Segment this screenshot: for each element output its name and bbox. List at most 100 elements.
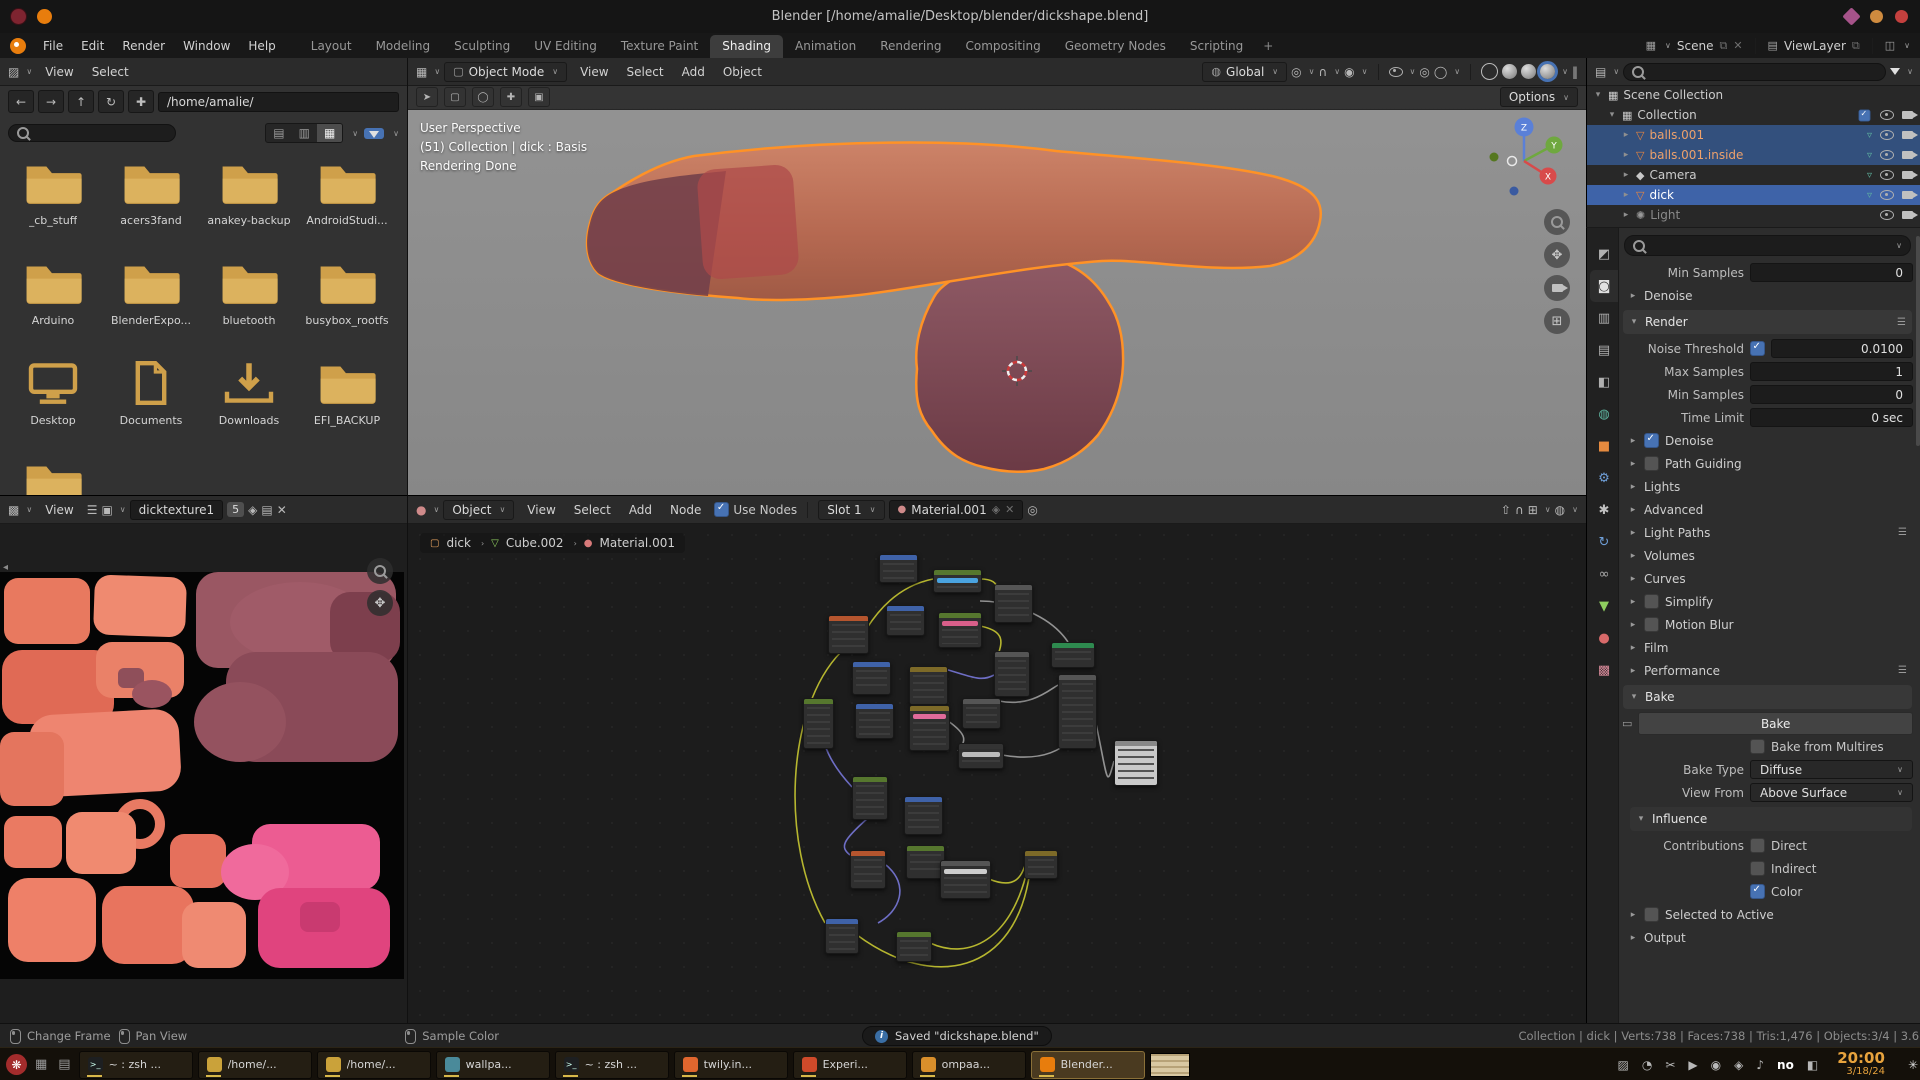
shader-node-9[interactable] — [803, 698, 834, 749]
shading-solid-button[interactable] — [1502, 64, 1517, 79]
snapping-mode-icon[interactable]: ⊞ — [1528, 503, 1538, 517]
workspace-tab-animation[interactable]: Animation — [783, 35, 868, 58]
breadcrumb-object[interactable]: dick — [446, 536, 471, 550]
noise-threshold-field[interactable]: 0.0100 — [1771, 339, 1913, 358]
workspace-tab-uv-editing[interactable]: UV Editing — [522, 35, 609, 58]
node-group-up-icon[interactable]: ⇧ — [1501, 503, 1511, 517]
shader-node-18[interactable] — [1114, 740, 1158, 786]
tray-icon-7[interactable]: no — [1777, 1058, 1794, 1072]
render-pause-icon[interactable]: ‖ — [1572, 65, 1578, 79]
selected-to-active-checkbox[interactable] — [1644, 907, 1659, 922]
navigation-gizmo[interactable]: Z Y X — [1476, 113, 1572, 203]
use-nodes-checkbox[interactable] — [714, 502, 729, 517]
display-thumbnails-button[interactable]: ▦ — [317, 124, 342, 142]
folder-item-downloads[interactable]: Downloads — [200, 353, 298, 453]
forward-button[interactable]: → — [38, 90, 64, 113]
outliner-row-balls-001-inside[interactable]: ▸▽balls.001.inside▿ — [1587, 145, 1920, 165]
file-browser-menu-view[interactable]: View — [36, 62, 82, 82]
workspace-tab-compositing[interactable]: Compositing — [953, 35, 1052, 58]
taskbar-app-zsh[interactable]: >_~ : zsh ... — [79, 1051, 193, 1079]
refresh-button[interactable]: ↻ — [98, 90, 124, 113]
panel-volumes[interactable]: ▸Volumes — [1622, 544, 1913, 567]
viewport-menu-view[interactable]: View — [571, 62, 617, 82]
view-from-dropdown[interactable]: Above Surface∨ — [1750, 783, 1913, 802]
blender-menu-icon[interactable] — [10, 38, 26, 54]
viewport-canvas[interactable]: User Perspective (51) Collection | dick … — [408, 109, 1586, 495]
mesh-data-icon[interactable]: ▿ — [1867, 130, 1872, 141]
disable-render-camera-icon[interactable] — [1902, 151, 1913, 159]
tool-fallback-icon[interactable]: ➤ — [416, 87, 438, 107]
shader-node-19[interactable] — [850, 850, 886, 889]
workspace-tab-rendering[interactable]: Rendering — [868, 35, 953, 58]
shader-node-3[interactable] — [828, 615, 869, 654]
select-box-icon[interactable]: ▢ — [444, 87, 466, 107]
disable-render-camera-icon[interactable] — [1902, 211, 1913, 219]
taskbar-clock[interactable]: 20:00 3/18/24 — [1837, 1051, 1895, 1077]
panel-advanced[interactable]: ▸Advanced — [1622, 498, 1913, 521]
panel-film[interactable]: ▸Film — [1622, 636, 1913, 659]
menu-view[interactable]: View — [36, 500, 82, 520]
display-list-vertical-button[interactable]: ▤ — [266, 124, 291, 142]
new-view-layer-icon[interactable]: ⧉ — [1852, 39, 1860, 53]
min-samples-field[interactable]: 0 — [1750, 263, 1913, 282]
outliner-row-scene-collection[interactable]: ▾▦Scene Collection — [1587, 85, 1920, 105]
panel-output[interactable]: ▸Output — [1622, 926, 1913, 949]
select-circle-icon[interactable]: ◯ — [472, 87, 494, 107]
editor-type-icon[interactable]: ▦ — [416, 65, 427, 79]
properties-tab-world[interactable]: ◍ — [1590, 398, 1618, 430]
tray-icon-8[interactable]: ◧ — [1807, 1058, 1818, 1072]
pivot-chevron-icon[interactable]: ∨ — [1309, 67, 1315, 76]
editor-menus-icon[interactable]: ☰ — [87, 503, 98, 517]
shader-node-21[interactable] — [940, 860, 991, 899]
folder-item-desktop[interactable]: Desktop — [4, 353, 102, 453]
taskbar-app-experi[interactable]: Experi... — [793, 1051, 907, 1079]
pager-icon[interactable]: ▦ — [32, 1057, 50, 1072]
time-limit-field[interactable]: 0 sec — [1750, 408, 1913, 427]
screen-layout-chevron-icon[interactable]: ∨ — [1904, 41, 1910, 50]
expand-arrow-icon[interactable]: ▸ — [1621, 130, 1631, 140]
node-editor-menu-view[interactable]: View — [518, 500, 564, 520]
folder-item-documents[interactable]: Documents — [102, 353, 200, 453]
path-guiding-checkbox[interactable] — [1644, 456, 1659, 471]
properties-tab-particles[interactable]: ✱ — [1590, 494, 1618, 526]
workspace-tab-modeling[interactable]: Modeling — [364, 35, 443, 58]
shader-node-10[interactable] — [855, 703, 894, 739]
panel-curves[interactable]: ▸Curves — [1622, 567, 1913, 590]
shader-node-14[interactable] — [1058, 674, 1097, 749]
snap-magnet-icon[interactable]: ∩ — [1515, 503, 1524, 517]
breadcrumb-mesh[interactable]: Cube.002 — [506, 536, 564, 550]
shading-rendered-button[interactable] — [1540, 64, 1555, 79]
disable-render-camera-icon[interactable] — [1902, 131, 1913, 139]
outliner-row-dick[interactable]: ▸▽dick▿ — [1587, 185, 1920, 205]
hide-eye-icon[interactable] — [1880, 110, 1894, 120]
properties-tab-constraints[interactable]: ∞ — [1590, 558, 1618, 590]
workspace-tab-geometry-nodes[interactable]: Geometry Nodes — [1053, 35, 1178, 58]
properties-tab-object[interactable]: ■ — [1590, 430, 1618, 462]
workspace-tab-scripting[interactable]: Scripting — [1178, 35, 1255, 58]
section-menu-icon[interactable]: ☰ — [1897, 317, 1906, 328]
taskbar-app-home[interactable]: /home/... — [198, 1051, 312, 1079]
properties-tab-output[interactable]: ▥ — [1590, 302, 1618, 334]
viewport-camera-button[interactable] — [1544, 275, 1570, 301]
taskbar-app-ompaa[interactable]: ompaa... — [912, 1051, 1026, 1079]
bake-from-multires-checkbox[interactable] — [1750, 739, 1765, 754]
menu-help[interactable]: Help — [239, 36, 284, 56]
display-size-chevron-icon[interactable]: ∨ — [352, 129, 358, 138]
shader-node-4[interactable] — [886, 605, 925, 636]
overlays-chevron-icon[interactable]: ∨ — [1572, 505, 1578, 514]
pivot-point-icon[interactable]: ◎ — [1291, 65, 1301, 79]
scene-chevron-icon[interactable]: ∨ — [1665, 41, 1671, 50]
viewport-zoom-button[interactable] — [1544, 209, 1570, 235]
shader-node-13[interactable] — [1051, 642, 1095, 668]
file-search-input[interactable] — [8, 124, 176, 142]
expand-arrow-icon[interactable]: ▾ — [1607, 110, 1617, 120]
noise-threshold-checkbox[interactable] — [1750, 341, 1765, 356]
shader-node-0[interactable] — [879, 554, 918, 583]
shader-node-16[interactable] — [852, 776, 888, 820]
viewport-menu-add[interactable]: Add — [673, 62, 714, 82]
add-workspace-button[interactable]: + — [1255, 39, 1281, 53]
panel-performance[interactable]: ▸Performance☰ — [1622, 659, 1913, 682]
min-samples-field[interactable]: 0 — [1750, 385, 1913, 404]
properties-tab-object-data[interactable]: ▼ — [1590, 590, 1618, 622]
panel-selected-to-active[interactable]: ▸Selected to Active — [1622, 903, 1913, 926]
